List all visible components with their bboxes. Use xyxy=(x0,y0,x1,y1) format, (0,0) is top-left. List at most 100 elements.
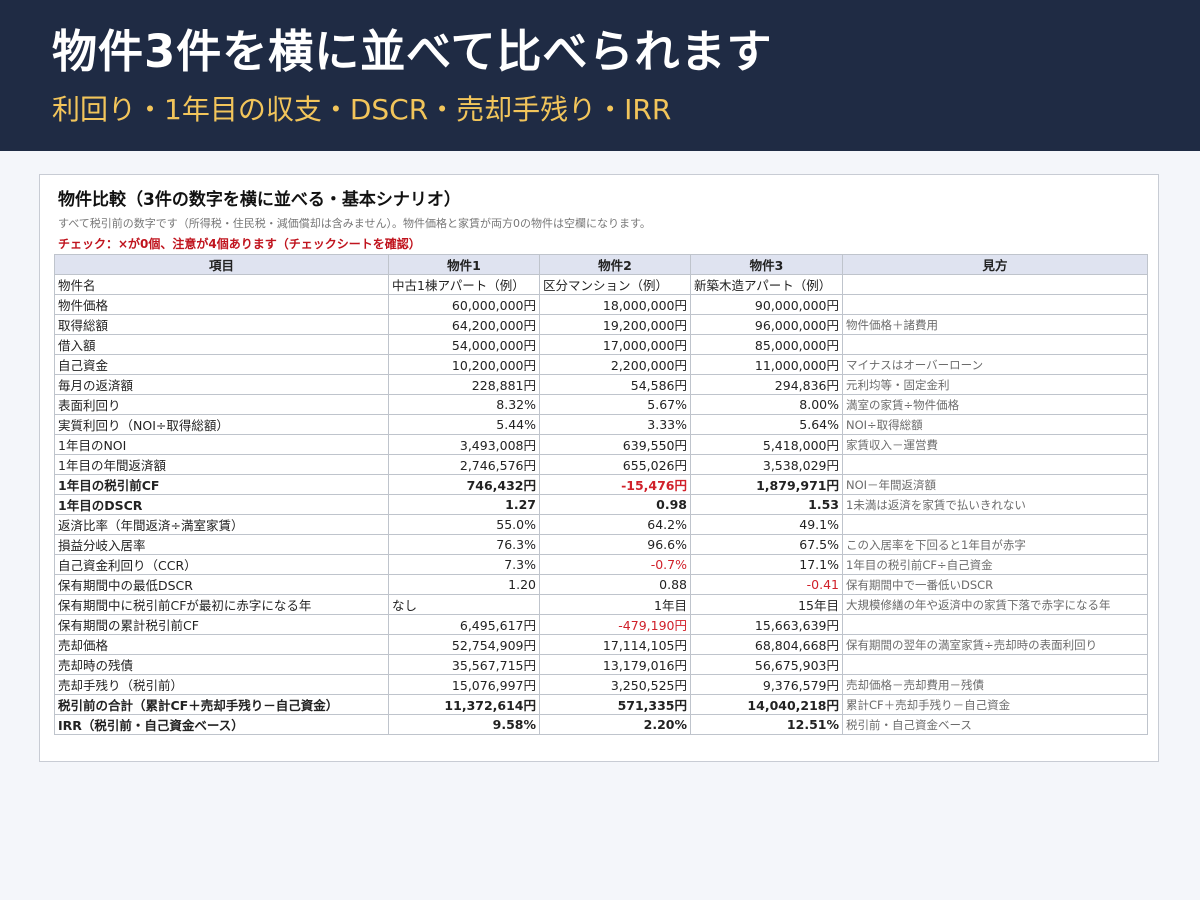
value-cell-property-3[interactable]: 9,376,579円 xyxy=(690,674,843,695)
row-label[interactable]: 1年目の年間返済額 xyxy=(54,454,389,475)
value-cell-property-1[interactable]: 76.3% xyxy=(388,534,540,555)
row-label[interactable]: 売却価格 xyxy=(54,634,389,655)
value-cell-property-2[interactable]: 96.6% xyxy=(539,534,691,555)
value-cell-property-2[interactable]: 2,200,000円 xyxy=(539,354,691,375)
value-cell-property-3[interactable]: 1.53 xyxy=(690,494,843,515)
row-label[interactable]: 表面利回り xyxy=(54,394,389,415)
value-cell-property-3[interactable]: 85,000,000円 xyxy=(690,334,843,355)
value-cell-property-1[interactable]: 3,493,008円 xyxy=(388,434,540,455)
row-label[interactable]: 取得総額 xyxy=(54,314,389,335)
value-cell-property-2[interactable]: 19,200,000円 xyxy=(539,314,691,335)
row-label[interactable]: 自己資金利回り（CCR） xyxy=(54,554,389,575)
guide-cell[interactable] xyxy=(842,654,1148,675)
guide-cell[interactable] xyxy=(842,614,1148,635)
value-cell-property-2[interactable]: 64.2% xyxy=(539,514,691,535)
value-cell-property-3[interactable]: 49.1% xyxy=(690,514,843,535)
value-cell-property-3[interactable]: 96,000,000円 xyxy=(690,314,843,335)
value-cell-property-3[interactable]: 11,000,000円 xyxy=(690,354,843,375)
value-cell-property-1[interactable]: 10,200,000円 xyxy=(388,354,540,375)
value-cell-property-1[interactable]: 64,200,000円 xyxy=(388,314,540,335)
value-cell-property-1[interactable]: 60,000,000円 xyxy=(388,294,540,315)
value-cell-property-1[interactable]: 55.0% xyxy=(388,514,540,535)
value-cell-property-1[interactable]: 6,495,617円 xyxy=(388,614,540,635)
value-cell-property-1[interactable]: 5.44% xyxy=(388,414,540,435)
value-cell-property-2[interactable]: 2.20% xyxy=(539,714,691,735)
value-cell-property-3[interactable]: 新築木造アパート（例） xyxy=(690,274,843,295)
value-cell-property-2[interactable]: 0.98 xyxy=(539,494,691,515)
guide-cell[interactable]: NOI÷取得総額 xyxy=(842,414,1148,435)
row-label[interactable]: 1年目の税引前CF xyxy=(54,474,389,495)
value-cell-property-1[interactable]: 746,432円 xyxy=(388,474,540,495)
guide-cell[interactable]: 税引前・自己資金ベース xyxy=(842,714,1148,735)
value-cell-property-2[interactable]: 17,114,105円 xyxy=(539,634,691,655)
guide-cell[interactable]: 1未満は返済を家賃で払いきれない xyxy=(842,494,1148,515)
value-cell-property-2[interactable]: 1年目 xyxy=(539,594,691,615)
row-label[interactable]: 保有期間中の最低DSCR xyxy=(54,574,389,595)
value-cell-property-2[interactable]: 3.33% xyxy=(539,414,691,435)
value-cell-property-1[interactable]: 1.20 xyxy=(388,574,540,595)
value-cell-property-3[interactable]: 5,418,000円 xyxy=(690,434,843,455)
row-label[interactable]: IRR（税引前・自己資金ベース） xyxy=(54,714,389,735)
row-label[interactable]: 売却手残り（税引前） xyxy=(54,674,389,695)
value-cell-property-3[interactable]: 1,879,971円 xyxy=(690,474,843,495)
value-cell-property-2[interactable]: 13,179,016円 xyxy=(539,654,691,675)
guide-cell[interactable]: NOI－年間返済額 xyxy=(842,474,1148,495)
guide-cell[interactable]: 元利均等・固定金利 xyxy=(842,374,1148,395)
row-label[interactable]: 実質利回り（NOI÷取得総額） xyxy=(54,414,389,435)
guide-cell[interactable] xyxy=(842,274,1148,295)
value-cell-property-1[interactable]: 1.27 xyxy=(388,494,540,515)
row-label[interactable]: 毎月の返済額 xyxy=(54,374,389,395)
value-cell-property-1[interactable]: 52,754,909円 xyxy=(388,634,540,655)
row-label[interactable]: 損益分岐入居率 xyxy=(54,534,389,555)
guide-cell[interactable] xyxy=(842,454,1148,475)
row-label[interactable]: 物件名 xyxy=(54,274,389,295)
row-label[interactable]: 返済比率（年間返済÷満室家賃） xyxy=(54,514,389,535)
value-cell-property-3[interactable]: 5.64% xyxy=(690,414,843,435)
guide-cell[interactable]: 家賃収入－運営費 xyxy=(842,434,1148,455)
value-cell-property-2[interactable]: -479,190円 xyxy=(539,614,691,635)
value-cell-property-1[interactable]: 15,076,997円 xyxy=(388,674,540,695)
value-cell-property-2[interactable]: 区分マンション（例） xyxy=(539,274,691,295)
value-cell-property-1[interactable]: なし xyxy=(388,594,540,615)
value-cell-property-3[interactable]: 3,538,029円 xyxy=(690,454,843,475)
value-cell-property-3[interactable]: 15年目 xyxy=(690,594,843,615)
guide-cell[interactable]: 1年目の税引前CF÷自己資金 xyxy=(842,554,1148,575)
guide-cell[interactable]: 保有期間の翌年の満室家賃÷売却時の表面利回り xyxy=(842,634,1148,655)
guide-cell[interactable] xyxy=(842,334,1148,355)
value-cell-property-1[interactable]: 35,567,715円 xyxy=(388,654,540,675)
row-label[interactable]: 保有期間の累計税引前CF xyxy=(54,614,389,635)
guide-cell[interactable]: 満室の家賃÷物件価格 xyxy=(842,394,1148,415)
guide-cell[interactable]: この入居率を下回ると1年目が赤字 xyxy=(842,534,1148,555)
value-cell-property-2[interactable]: 3,250,525円 xyxy=(539,674,691,695)
guide-cell[interactable]: 保有期間中で一番低いDSCR xyxy=(842,574,1148,595)
value-cell-property-1[interactable]: 8.32% xyxy=(388,394,540,415)
value-cell-property-1[interactable]: 中古1棟アパート（例） xyxy=(388,274,540,295)
value-cell-property-3[interactable]: 68,804,668円 xyxy=(690,634,843,655)
row-label[interactable]: 税引前の合計（累計CF＋売却手残り－自己資金） xyxy=(54,694,389,715)
value-cell-property-2[interactable]: 639,550円 xyxy=(539,434,691,455)
value-cell-property-3[interactable]: 294,836円 xyxy=(690,374,843,395)
row-label[interactable]: 自己資金 xyxy=(54,354,389,375)
value-cell-property-2[interactable]: 0.88 xyxy=(539,574,691,595)
guide-cell[interactable]: マイナスはオーバーローン xyxy=(842,354,1148,375)
value-cell-property-3[interactable]: 14,040,218円 xyxy=(690,694,843,715)
value-cell-property-3[interactable]: 56,675,903円 xyxy=(690,654,843,675)
guide-cell[interactable] xyxy=(842,294,1148,315)
value-cell-property-3[interactable]: 67.5% xyxy=(690,534,843,555)
value-cell-property-1[interactable]: 11,372,614円 xyxy=(388,694,540,715)
value-cell-property-2[interactable]: -0.7% xyxy=(539,554,691,575)
value-cell-property-1[interactable]: 54,000,000円 xyxy=(388,334,540,355)
guide-cell[interactable]: 累計CF＋売却手残り－自己資金 xyxy=(842,694,1148,715)
value-cell-property-2[interactable]: 5.67% xyxy=(539,394,691,415)
value-cell-property-2[interactable]: 54,586円 xyxy=(539,374,691,395)
row-label[interactable]: 売却時の残債 xyxy=(54,654,389,675)
guide-cell[interactable] xyxy=(842,514,1148,535)
row-label[interactable]: 保有期間中に税引前CFが最初に赤字になる年 xyxy=(54,594,389,615)
value-cell-property-1[interactable]: 2,746,576円 xyxy=(388,454,540,475)
value-cell-property-2[interactable]: 571,335円 xyxy=(539,694,691,715)
row-label[interactable]: 借入額 xyxy=(54,334,389,355)
value-cell-property-3[interactable]: 17.1% xyxy=(690,554,843,575)
value-cell-property-2[interactable]: -15,476円 xyxy=(539,474,691,495)
value-cell-property-3[interactable]: 12.51% xyxy=(690,714,843,735)
value-cell-property-3[interactable]: 8.00% xyxy=(690,394,843,415)
